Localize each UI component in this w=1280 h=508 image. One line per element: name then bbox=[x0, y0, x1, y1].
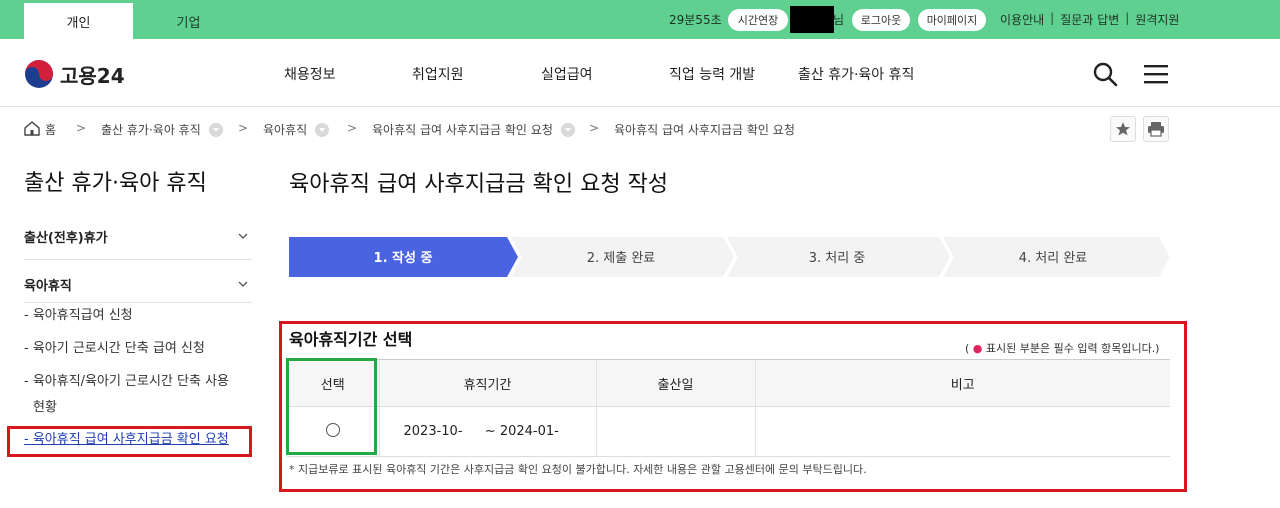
chevron-down-icon[interactable] bbox=[238, 231, 248, 241]
breadcrumb-home[interactable]: 홈 bbox=[45, 121, 56, 138]
table-row: 2023-10- ~ 2024-01- bbox=[287, 406, 1170, 457]
required-note-text: 표시된 부분은 필수 입력 항목입니다.) bbox=[982, 342, 1160, 355]
col-leave-period: 휴직기간 bbox=[378, 359, 596, 407]
favorite-button[interactable] bbox=[1110, 116, 1136, 142]
footnote: * 지급보류로 표시된 육아휴직 기간은 사후지급금 확인 요청이 불가합니다.… bbox=[289, 463, 867, 476]
step-3: 3. 처리 중 bbox=[808, 251, 866, 266]
separator: | bbox=[1125, 11, 1130, 25]
page-title: 육아휴직 급여 사후지급금 확인 요청 작성 bbox=[289, 172, 669, 197]
side-group-parental-leave[interactable]: 육아휴직 bbox=[24, 275, 72, 294]
nav-jobs[interactable]: 채용정보 bbox=[284, 64, 336, 84]
nav-unemployment-benefit[interactable]: 실업급여 bbox=[541, 64, 593, 84]
breadcrumb-current: 육아휴직 급여 사후지급금 확인 요청 bbox=[614, 123, 795, 137]
step-4: 4. 처리 완료 bbox=[1018, 251, 1088, 266]
required-dot-icon: ● bbox=[972, 342, 983, 355]
home-icon[interactable] bbox=[24, 121, 40, 136]
required-note: ( ● 표시된 부분은 필수 입력 항목입니다.) bbox=[965, 340, 1159, 356]
table-header-row: 선택 휴직기간 출산일 비고 bbox=[287, 359, 1170, 407]
leave-period-table: 선택 휴직기간 출산일 비고 2023-10- ~ 2024-01- bbox=[287, 359, 1170, 457]
link-guide[interactable]: 이용안내 bbox=[1000, 11, 1044, 28]
tab-personal[interactable]: 개인 bbox=[24, 3, 133, 39]
period-start: 2023-10- bbox=[403, 424, 463, 439]
step-2: 2. 제출 완료 bbox=[586, 251, 656, 266]
print-icon bbox=[1148, 122, 1164, 137]
session-timer: 29분55초 bbox=[669, 13, 722, 27]
breadcrumb-item[interactable]: 육아휴직 급여 사후지급금 확인 요청 bbox=[372, 121, 575, 138]
cell-leave-period: 2023-10- ~ 2024-01- bbox=[378, 406, 596, 457]
site-logo[interactable]: 고용24 bbox=[24, 59, 125, 89]
breadcrumb-separator: > bbox=[589, 121, 600, 135]
breadcrumb-label: 육아휴직 급여 사후지급금 확인 요청 bbox=[372, 123, 553, 137]
nav-skill-development[interactable]: 직업 능력 개발 bbox=[669, 64, 755, 84]
chevron-down-icon[interactable] bbox=[560, 122, 575, 137]
menu-icon[interactable] bbox=[1144, 64, 1168, 84]
nav-employment-support[interactable]: 취업지원 bbox=[412, 64, 464, 84]
separator: | bbox=[1050, 11, 1055, 25]
taegeuk-logo-icon bbox=[25, 60, 53, 88]
chevron-down-icon[interactable] bbox=[208, 122, 223, 137]
top-bar: 개인 기업 29분55초 시간연장 님 로그아웃 마이페이지 이용안내 | 질문… bbox=[0, 0, 1280, 39]
chevron-down-icon[interactable] bbox=[315, 122, 330, 137]
side-item-usage-status[interactable]: - 육아휴직/육아기 근로시간 단축 사용 bbox=[24, 369, 229, 395]
redacted-username bbox=[790, 6, 834, 33]
side-group-maternity-leave[interactable]: 출산(전후)휴가 bbox=[24, 227, 108, 246]
side-item-leave-benefit-apply[interactable]: - 육아휴직급여 신청 bbox=[24, 303, 133, 329]
side-item-reduced-hours-benefit[interactable]: - 육아기 근로시간 단축 급여 신청 bbox=[24, 336, 205, 362]
breadcrumb-item[interactable]: 출산 휴가·육아 휴직 bbox=[101, 121, 223, 138]
cell-remarks bbox=[754, 406, 1170, 457]
tab-company[interactable]: 기업 bbox=[134, 3, 243, 39]
chevron-down-icon[interactable] bbox=[238, 279, 248, 289]
mypage-button[interactable]: 마이페이지 bbox=[918, 9, 986, 31]
link-remote-support[interactable]: 원격지원 bbox=[1135, 11, 1179, 28]
section-title: 육아휴직기간 선택 bbox=[289, 330, 413, 349]
breadcrumb-separator: > bbox=[76, 121, 87, 135]
nav-parental-leave[interactable]: 출산 휴가·육아 휴직 bbox=[798, 64, 914, 84]
period-end: ~ 2024-01- bbox=[484, 424, 559, 439]
site-header: 고용24 채용정보 취업지원 실업급여 직업 능력 개발 출산 휴가·육아 휴직 bbox=[0, 39, 1280, 107]
cell-birth-date bbox=[595, 406, 755, 457]
col-remarks: 비고 bbox=[754, 359, 1170, 407]
search-icon[interactable] bbox=[1092, 61, 1118, 87]
col-birth-date: 출산일 bbox=[595, 359, 755, 407]
side-title: 출산 휴가·육아 휴직 bbox=[24, 171, 207, 196]
required-note-open: ( bbox=[965, 342, 973, 355]
extend-session-button[interactable]: 시간연장 bbox=[728, 9, 788, 31]
breadcrumb-item[interactable]: 육아휴직 bbox=[263, 121, 330, 138]
link-qna[interactable]: 질문과 답변 bbox=[1060, 11, 1119, 28]
top-links: 이용안내 | 질문과 답변 | 원격지원 bbox=[1000, 11, 1179, 28]
side-item-usage-status-cont[interactable]: 현황 bbox=[33, 395, 57, 421]
username-suffix: 님 bbox=[833, 13, 845, 27]
star-icon bbox=[1116, 122, 1130, 136]
print-button[interactable] bbox=[1143, 116, 1169, 142]
divider bbox=[24, 259, 252, 260]
highlight-box bbox=[7, 426, 252, 457]
breadcrumb-separator: > bbox=[347, 121, 358, 135]
breadcrumb-separator: > bbox=[238, 121, 249, 135]
breadcrumb-label: 육아휴직 bbox=[263, 123, 308, 137]
step-1: 1. 작성 중 bbox=[373, 251, 433, 266]
logo-text: 고용24 bbox=[60, 63, 125, 88]
logout-button[interactable]: 로그아웃 bbox=[852, 9, 910, 31]
breadcrumb-label: 출산 휴가·육아 휴직 bbox=[101, 123, 201, 137]
highlight-box bbox=[286, 358, 377, 455]
